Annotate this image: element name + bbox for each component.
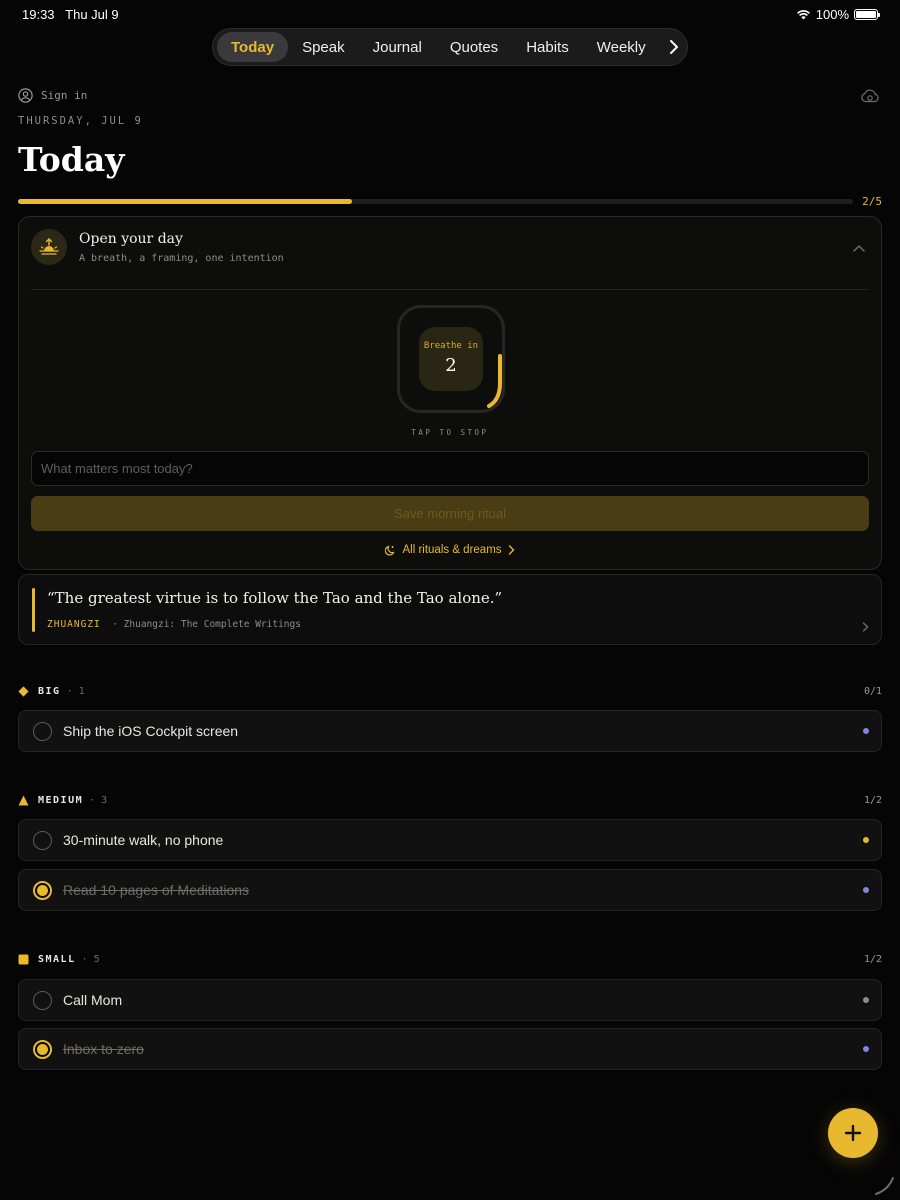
- sunrise-icon: [39, 238, 59, 255]
- breath-timer-face: Breathe in 2: [419, 327, 483, 391]
- tab-journal[interactable]: Journal: [359, 32, 436, 62]
- resize-handle-icon: [875, 1177, 894, 1195]
- status-time: 19:33: [22, 7, 55, 22]
- section-header-medium: MEDIUM · 3 1/2: [18, 792, 882, 808]
- plus-icon: [844, 1124, 862, 1142]
- task-title: 30-minute walk, no phone: [63, 832, 224, 848]
- task-checkbox[interactable]: [33, 722, 52, 741]
- breath-phase-label: Breathe in: [423, 341, 479, 351]
- section-count: · 1: [66, 685, 85, 697]
- page-title: Today: [18, 140, 125, 179]
- quote-attribution: ZHUANGZI · Zhuangzi: The Complete Writin…: [47, 619, 301, 630]
- section-header-small: SMALL · 5 1/2: [18, 951, 882, 967]
- section-count: · 3: [89, 794, 108, 806]
- quote-text: “The greatest virtue is to follow the Ta…: [47, 589, 503, 607]
- quote-author: ZHUANGZI: [47, 619, 101, 630]
- tab-weekly[interactable]: Weekly: [583, 32, 660, 62]
- task-title: Inbox to zero: [63, 1041, 144, 1057]
- quote-open-button[interactable]: [862, 619, 869, 637]
- section-count: · 5: [81, 953, 100, 965]
- sign-in-label: Sign in: [41, 89, 88, 102]
- sunrise-badge: [31, 229, 67, 265]
- section-ratio: 1/2: [863, 953, 882, 965]
- add-task-button[interactable]: [828, 1108, 878, 1158]
- ritual-collapse-button[interactable]: [853, 239, 869, 255]
- all-rituals-label: All rituals & dreams: [402, 544, 502, 556]
- status-date: Thu Jul 9: [65, 7, 119, 22]
- ritual-subtitle: A breath, a framing, one intention: [79, 253, 284, 264]
- task-title: Call Mom: [63, 992, 123, 1008]
- tab-speak[interactable]: Speak: [288, 32, 359, 62]
- task-checkbox[interactable]: [33, 1040, 52, 1059]
- breath-count: 2: [445, 355, 457, 376]
- top-tab-bar: Today Speak Journal Quotes Habits Weekly: [212, 28, 688, 66]
- chevron-right-icon: [862, 622, 869, 632]
- chevron-right-icon: [508, 545, 515, 555]
- day-progress-fill: [18, 199, 352, 204]
- chevron-right-icon: [670, 40, 679, 54]
- breath-timer[interactable]: Breathe in 2: [397, 305, 505, 413]
- day-progress-label: 2/5: [862, 195, 882, 208]
- diamond-icon: [18, 685, 29, 697]
- section-ratio: 0/1: [863, 685, 882, 697]
- section-name: MEDIUM: [38, 794, 84, 806]
- cloud-sync-icon: [861, 89, 879, 103]
- all-rituals-link[interactable]: All rituals & dreams: [19, 544, 881, 556]
- task-priority-dot: [863, 1046, 869, 1052]
- status-right: 100%: [796, 7, 880, 22]
- section-name: SMALL: [38, 953, 76, 965]
- status-bar: 19:33 Thu Jul 9 100%: [0, 0, 900, 30]
- task-checkbox[interactable]: [33, 991, 52, 1010]
- morning-ritual-card: Open your day A breath, a framing, one i…: [18, 216, 882, 570]
- wifi-icon: [796, 10, 810, 20]
- task-title: Ship the iOS Cockpit screen: [63, 723, 239, 739]
- task-priority-dot: [863, 887, 869, 893]
- square-icon: [18, 954, 29, 965]
- status-time-date: 19:33 Thu Jul 9: [22, 7, 119, 22]
- intention-input[interactable]: [31, 451, 869, 486]
- task-row[interactable]: Ship the iOS Cockpit screen: [18, 710, 882, 752]
- section-header-big: BIG · 1 0/1: [18, 683, 882, 699]
- task-priority-dot: [863, 837, 869, 843]
- chevron-up-icon: [853, 245, 865, 252]
- sign-in-button[interactable]: Sign in: [18, 88, 87, 103]
- task-checkbox[interactable]: [33, 831, 52, 850]
- tab-habits[interactable]: Habits: [512, 32, 583, 62]
- section-name: BIG: [38, 685, 61, 697]
- battery-icon: [854, 9, 880, 20]
- battery-percent: 100%: [815, 7, 849, 22]
- task-priority-dot: [863, 728, 869, 734]
- task-checkbox[interactable]: [33, 881, 52, 900]
- user-circle-icon: [18, 88, 33, 103]
- day-progress-bar: [18, 199, 853, 204]
- ritual-header[interactable]: Open your day A breath, a framing, one i…: [31, 229, 869, 289]
- task-row[interactable]: Call Mom: [18, 979, 882, 1021]
- task-row[interactable]: Read 10 pages of Meditations: [18, 869, 882, 911]
- task-priority-dot: [863, 997, 869, 1003]
- task-title: Read 10 pages of Meditations: [63, 882, 250, 898]
- tab-quotes[interactable]: Quotes: [436, 32, 512, 62]
- ritual-title: Open your day: [79, 231, 183, 247]
- save-ritual-button[interactable]: Save morning ritual: [31, 496, 869, 531]
- section-ratio: 1/2: [863, 794, 882, 806]
- task-row[interactable]: Inbox to zero: [18, 1028, 882, 1070]
- tab-today[interactable]: Today: [217, 32, 289, 62]
- date-line: THURSDAY, JUL 9: [18, 115, 143, 127]
- quote-source: · Zhuangzi: The Complete Writings: [112, 619, 301, 630]
- quote-accent-bar: [32, 588, 35, 632]
- tap-to-stop-hint: TAP TO STOP: [411, 428, 489, 437]
- triangle-icon: [18, 795, 29, 806]
- ritual-divider: [31, 289, 869, 290]
- cloud-sync-button[interactable]: [860, 88, 880, 109]
- tabs-scroll-button[interactable]: [666, 32, 683, 62]
- task-row[interactable]: 30-minute walk, no phone: [18, 819, 882, 861]
- moon-icon: [385, 545, 396, 556]
- daily-quote-card[interactable]: “The greatest virtue is to follow the Ta…: [18, 574, 882, 645]
